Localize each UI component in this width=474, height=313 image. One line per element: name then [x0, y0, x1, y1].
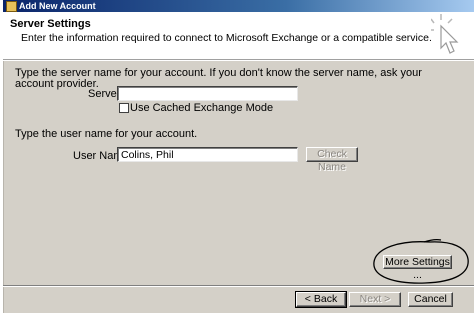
window-title: Add New Account [19, 1, 96, 11]
app-icon [6, 1, 17, 12]
next-button[interactable]: Next > [349, 292, 401, 307]
page-subtitle: Enter the information required to connec… [21, 32, 432, 44]
page-title: Server Settings [10, 18, 91, 30]
back-button[interactable]: < Back [295, 291, 347, 308]
user-instructions: Type the user name for your account. [15, 128, 198, 140]
server-instructions-line2: account provider. [15, 78, 99, 90]
footer-divider-highlight [3, 286, 474, 287]
cancel-button[interactable]: Cancel [408, 292, 453, 307]
cursor-click-icon [431, 14, 459, 54]
check-name-button[interactable]: Check Name [306, 147, 358, 173]
header-divider [3, 60, 474, 61]
wizard-header: Server Settings Enter the information re… [3, 12, 474, 60]
more-settings-button[interactable]: More Settings ... [383, 255, 452, 281]
cached-mode-label: Use Cached Exchange Mode [130, 102, 274, 114]
cached-mode-checkbox[interactable] [119, 103, 129, 113]
user-name-input[interactable] [117, 147, 298, 162]
title-bar[interactable]: Add New Account [3, 0, 474, 12]
server-input[interactable] [117, 86, 298, 101]
